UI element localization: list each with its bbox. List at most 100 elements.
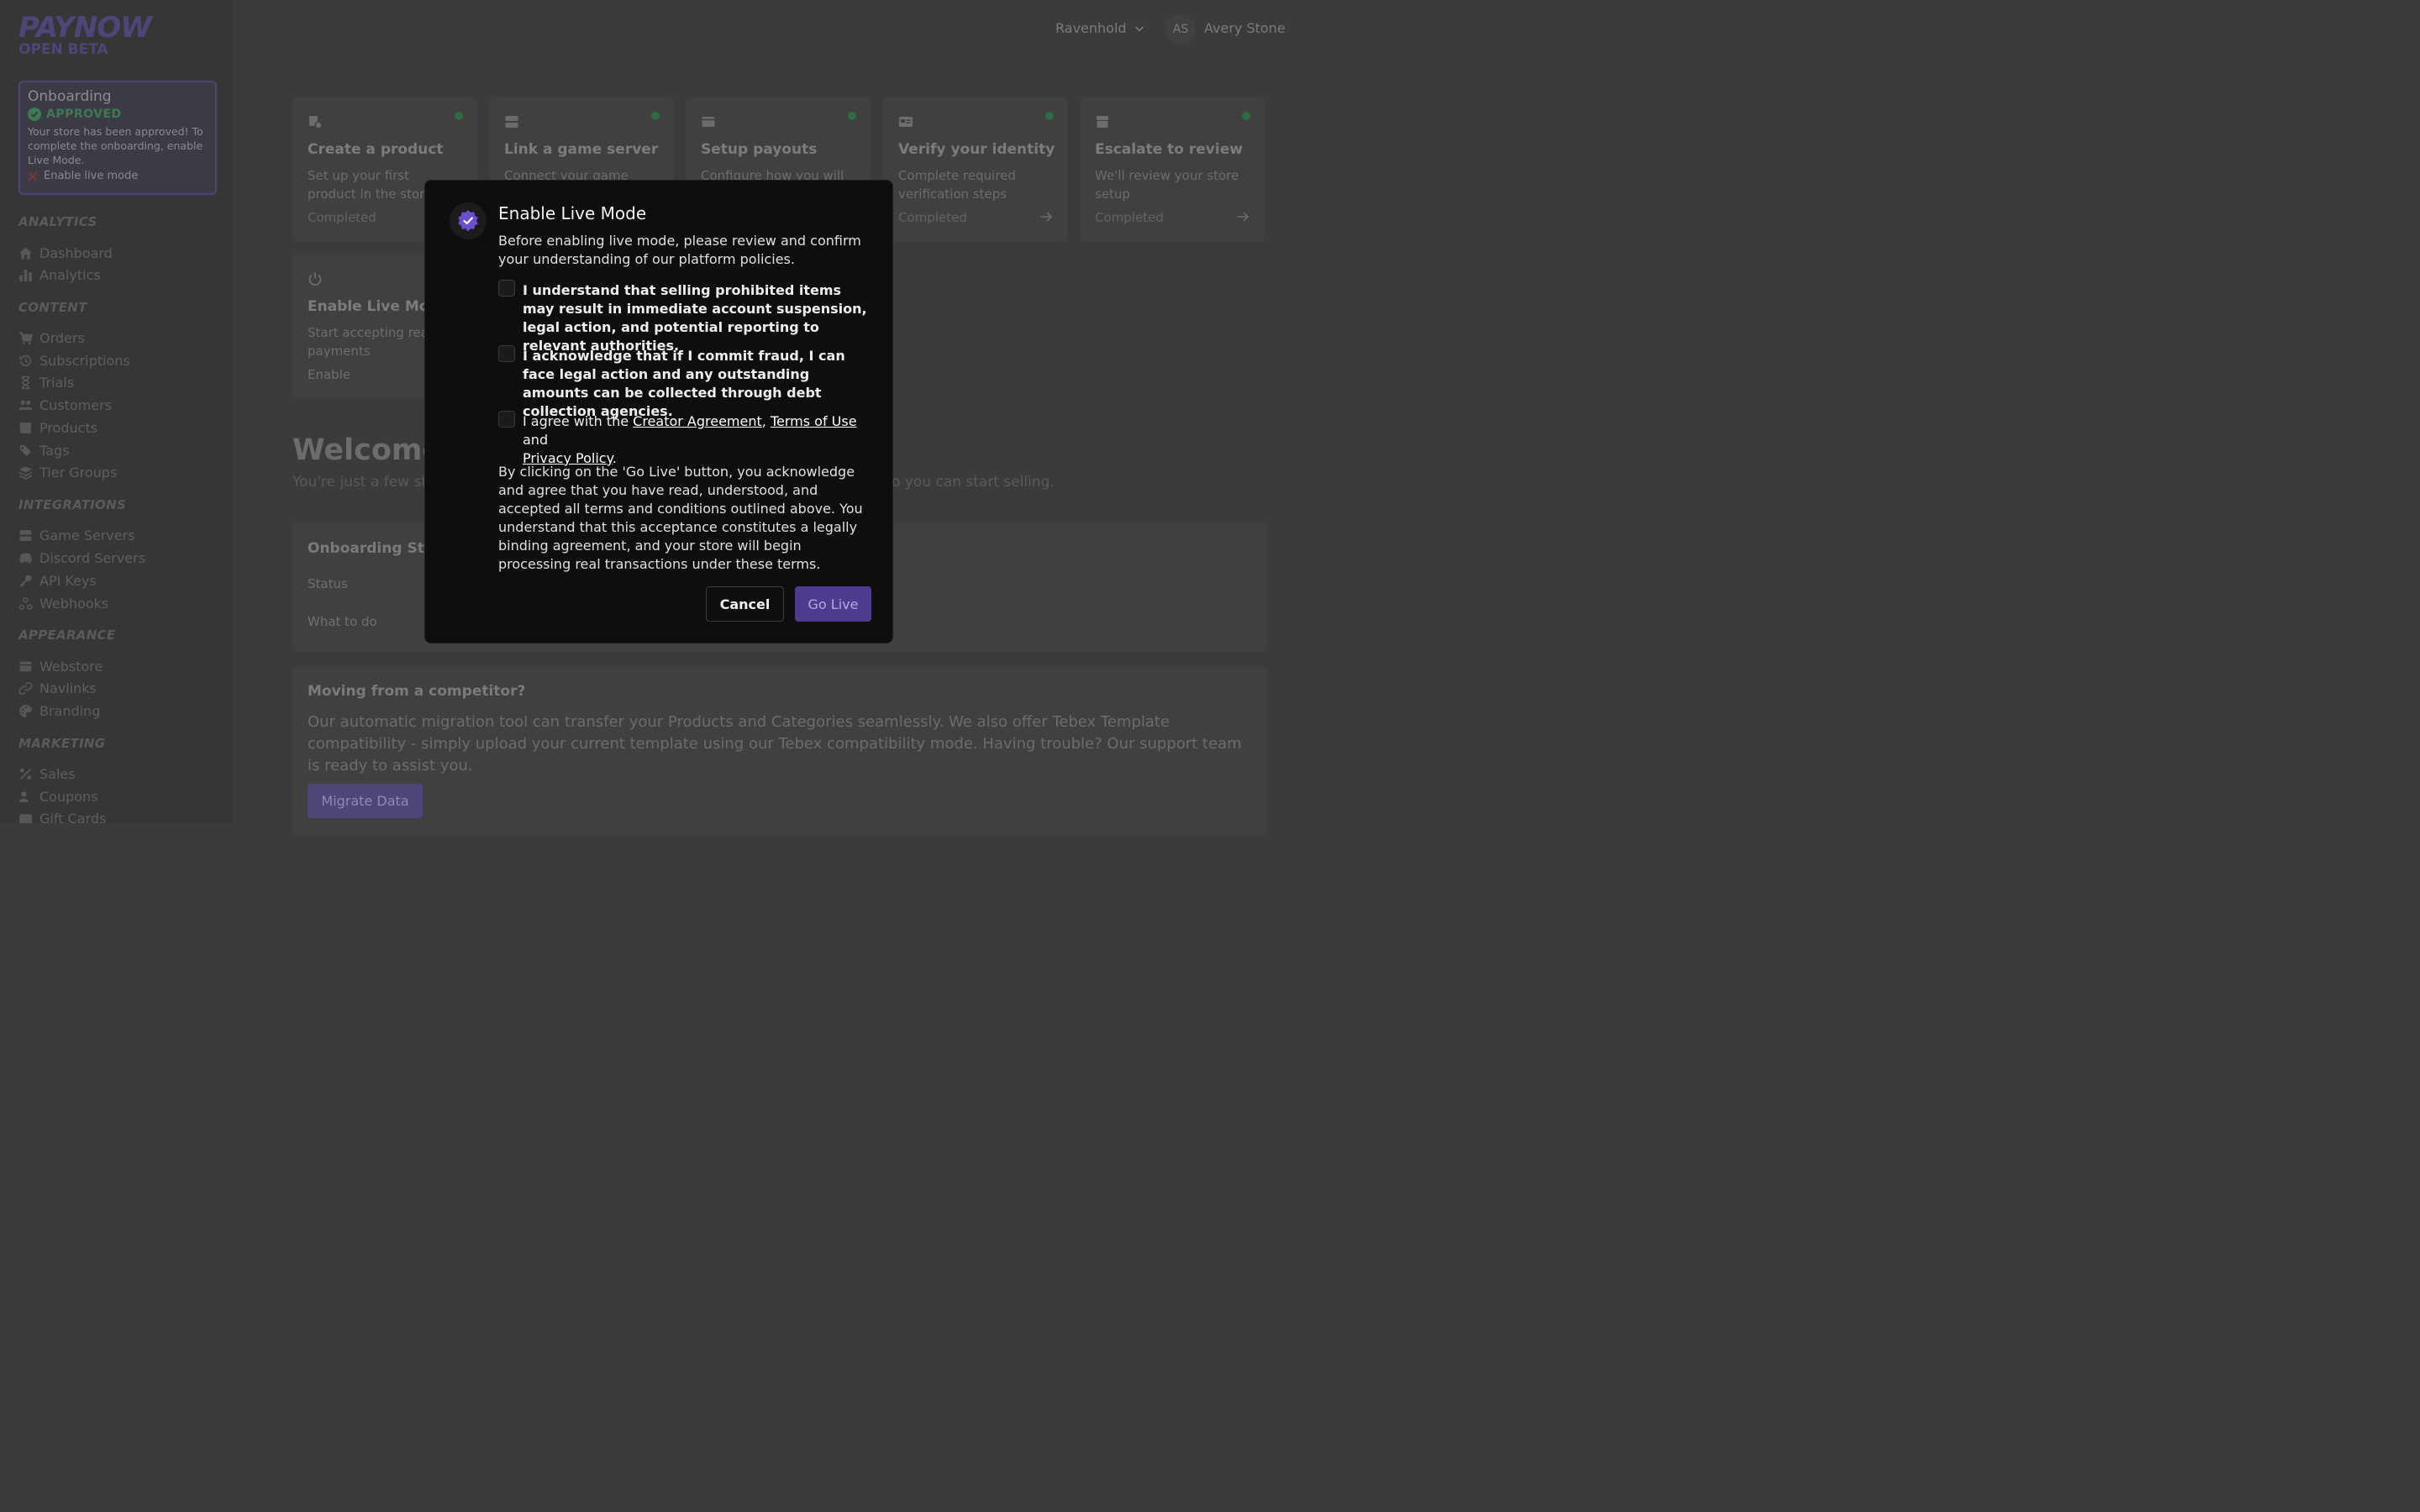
cancel-button[interactable]: Cancel [706,586,784,622]
creator-agreement-link[interactable]: Creator Agreement [633,413,762,429]
sidebar-item-label: Subscriptions [39,353,130,369]
sidebar-item-navlinks[interactable]: Navlinks [18,680,97,696]
sidebar-item-analytics[interactable]: Analytics [18,267,101,283]
check-circle-icon [28,108,41,121]
sidebar-item-webhooks[interactable]: Webhooks [18,596,108,612]
checkbox-label: I understand that selling prohibited ite… [523,282,867,354]
webstore-icon [19,661,32,672]
status-dot [1242,112,1250,120]
store-switcher[interactable]: Ravenhold [1055,20,1145,36]
sidebar-item-orders[interactable]: Orders [18,330,85,346]
sidebar-item-api-keys[interactable]: API Keys [18,573,97,589]
step-status: Completed [898,210,967,225]
sidebar: PAYNOW OPEN BETA Onboarding APPROVED You… [0,0,234,823]
step-title: Verify your identity [898,141,1055,158]
status-dot [848,112,856,120]
agreement-checkbox-row[interactable]: I agree with the Creator Agreement, Term… [498,411,872,468]
step-description: We'll review your store setup [1095,168,1239,202]
status-dot [1045,112,1054,120]
user-tag-icon [18,791,29,802]
sidebar-item-products[interactable]: Products [18,420,97,436]
approved-badge: APPROVED [28,108,208,121]
step-title: Escalate to review [1095,141,1243,158]
fraud-acknowledgement-checkbox[interactable] [498,345,515,362]
sidebar-item-subscriptions[interactable]: Subscriptions [18,353,130,369]
welcome-heading: Welcome [292,433,443,467]
agreement-checkbox[interactable] [498,411,515,428]
migrate-data-button[interactable]: Migrate Data [308,784,423,818]
sidebar-item-sales[interactable]: Sales [18,766,76,782]
onboarding-card[interactable]: Onboarding APPROVED Your store has been … [18,81,217,195]
sidebar-item-customers[interactable]: Customers [18,397,112,413]
sidebar-item-label: Sales [39,766,76,782]
home-icon [19,247,32,260]
agree-and: and [523,432,549,448]
wallet-icon [702,117,715,127]
step-card-verify-identity[interactable]: Verify your identity Complete required v… [883,97,1068,242]
step-title: Link a game server [504,141,659,158]
brand-logo[interactable]: PAYNOW OPEN BETA [18,11,152,57]
prohibited-items-checkbox-row[interactable]: I understand that selling prohibited ite… [498,280,872,355]
step-description: Complete required verification steps [898,168,1016,202]
sidebar-item-label: Navlinks [39,680,97,696]
sidebar-item-label: Coupons [39,789,98,805]
discord-icon [19,553,32,564]
competitor-text: Our automatic migration tool can transfe… [308,713,1242,774]
section-appearance: APPEARANCE [18,627,116,643]
status-dot [455,112,463,120]
key-icon [19,575,32,587]
users-icon [18,400,33,410]
fraud-checkbox-row[interactable]: I acknowledge that if I commit fraud, I … [498,345,872,421]
sidebar-item-label: Dashboard [39,245,113,261]
checkbox-label: I acknowledge that if I commit fraud, I … [523,348,845,419]
agree-prefix: I agree with the [523,413,634,429]
sidebar-item-game-servers[interactable]: Game Servers [18,528,135,543]
brand-name: PAYNOW [18,11,152,45]
user-name[interactable]: Avery Stone [1204,20,1286,36]
step-card-escalate-review[interactable]: Escalate to review We'll review your sto… [1080,97,1265,242]
sidebar-item-branding[interactable]: Branding [18,703,100,719]
status-dot [651,112,660,120]
welcome-subtitle-right: o you can start selling. [892,474,1055,491]
layers-icon [18,466,33,480]
verified-icon [458,210,478,232]
sidebar-item-tier-groups[interactable]: Tier Groups [18,465,117,480]
id-card-icon [899,117,913,127]
power-icon [308,272,322,286]
sidebar-item-trials[interactable]: Trials [18,375,74,391]
store-icon [1097,116,1108,128]
verified-badge [450,202,487,239]
history-icon [18,354,32,367]
box-icon [19,423,32,433]
avatar[interactable]: AS [1165,14,1196,45]
status-label: Status [308,576,348,591]
arrow-right-icon[interactable] [1236,210,1249,223]
sidebar-item-tags[interactable]: Tags [18,443,69,459]
go-live-button[interactable]: Go Live [795,586,871,622]
todo-label: Enable live mode [44,170,139,182]
step-title: Setup payouts [701,141,818,158]
what-to-do-label: What to do [308,614,377,629]
sidebar-item-label: Discord Servers [39,550,146,566]
sidebar-item-webstore[interactable]: Webstore [18,659,103,675]
cart-icon [19,332,33,345]
sidebar-item-label: Gift Cards [39,811,107,823]
sidebar-item-label: Trials [39,375,75,391]
arrow-right-icon[interactable] [1039,210,1053,223]
terms-of-use-link[interactable]: Terms of Use [771,413,857,429]
onboarding-status-title: Onboarding Sta [308,540,434,557]
section-content: CONTENT [18,300,87,315]
tags-icon [19,445,31,456]
prohibited-items-checkbox[interactable] [498,280,515,297]
dialog-fine-print: By clicking on the 'Go Live' button, you… [498,464,863,572]
bar-chart-icon [19,270,32,281]
sidebar-item-discord-servers[interactable]: Discord Servers [18,550,145,566]
welcome-subtitle-left: You're just a few st [292,474,427,491]
store-name: Ravenhold [1055,20,1127,36]
sidebar-item-coupons[interactable]: Coupons [18,789,98,805]
sidebar-item-gift-cards[interactable]: Gift Cards [18,811,106,823]
enable-link[interactable]: Enable [308,367,350,382]
sidebar-item-dashboard[interactable]: Dashboard [18,245,113,261]
section-analytics: ANALYTICS [18,214,97,229]
product-icon [309,116,323,129]
